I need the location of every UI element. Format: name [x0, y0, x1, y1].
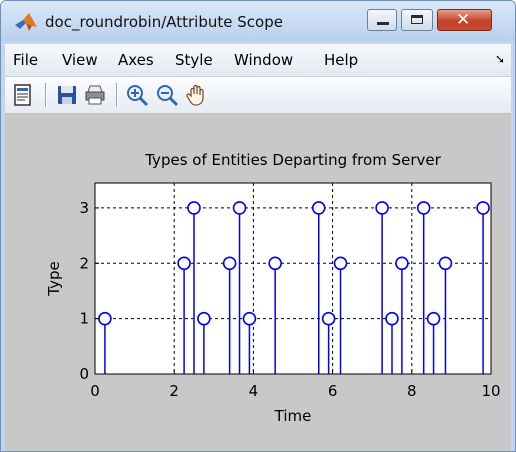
data-point-marker[interactable] [222, 256, 237, 271]
data-point-marker[interactable] [476, 201, 490, 215]
toolbar-separator [45, 83, 47, 107]
print-preview-icon[interactable] [11, 83, 35, 107]
close-button[interactable]: ✕ [437, 9, 492, 31]
y-tick-label: 3 [79, 199, 89, 217]
menu-axes[interactable]: Axes [118, 51, 154, 69]
plot-background [95, 183, 491, 374]
chart-title: Types of Entities Departing from Server [144, 151, 441, 169]
data-point-marker[interactable] [416, 201, 431, 215]
figure-area: 0 2 4 6 8 10 0 1 2 3 Types of Entities Departing f… [5, 114, 511, 451]
menu-style[interactable]: Style [175, 51, 213, 69]
stem-plot[interactable]: 0 2 4 6 8 10 0 1 2 3 Types of Entities Departing f… [5, 114, 511, 451]
toolbar-separator [116, 83, 118, 107]
toolbar [5, 77, 511, 114]
zoom-in-icon[interactable] [125, 83, 149, 107]
data-point-marker[interactable] [177, 256, 191, 271]
x-tick-label: 2 [169, 382, 179, 400]
data-point-marker[interactable] [426, 311, 441, 326]
y-tick-label: 2 [79, 254, 89, 272]
y-axis-label: Type [45, 261, 63, 296]
data-point-marker[interactable] [385, 311, 399, 326]
matlab-logo-icon [15, 13, 37, 31]
x-tick-label: 6 [328, 382, 338, 400]
title-bar[interactable]: doc_roundrobin/Attribute Scope ✕ [1, 1, 515, 41]
data-point-marker[interactable] [268, 256, 282, 271]
x-axis-label: Time [274, 407, 312, 425]
data-point-marker[interactable] [232, 201, 247, 215]
x-tick-label: 10 [481, 382, 500, 400]
data-point-marker[interactable] [197, 311, 211, 326]
save-icon[interactable] [55, 83, 79, 107]
x-tick-label: 4 [249, 382, 259, 400]
data-point-marker[interactable] [333, 256, 348, 271]
close-icon: ✕ [456, 10, 471, 30]
menu-file[interactable]: File [13, 51, 38, 69]
menu-window[interactable]: Window [234, 51, 293, 69]
data-point-marker[interactable] [321, 311, 336, 326]
data-point-marker[interactable] [395, 256, 409, 271]
data-point-marker[interactable] [375, 201, 389, 215]
data-point-marker[interactable] [311, 201, 326, 215]
data-point-marker[interactable] [242, 311, 257, 326]
menu-view[interactable]: View [62, 51, 98, 69]
zoom-out-icon[interactable] [155, 83, 179, 107]
menu-bar: File View Axes Style Window Help ➘ [5, 44, 511, 77]
maximize-icon [411, 15, 423, 24]
window-title: doc_roundrobin/Attribute Scope [45, 13, 283, 31]
y-tick-label: 0 [79, 365, 89, 383]
minimize-button[interactable] [367, 9, 397, 31]
pan-hand-icon[interactable] [185, 83, 209, 107]
x-tick-label: 8 [407, 382, 417, 400]
maximize-button[interactable] [401, 9, 433, 31]
x-tick-label: 0 [90, 382, 100, 400]
data-point-marker[interactable] [98, 311, 112, 326]
attribute-scope-window: doc_roundrobin/Attribute Scope ✕ File Vi… [0, 0, 516, 452]
data-point-marker[interactable] [187, 201, 201, 215]
menu-overflow-arrow-icon[interactable]: ➘ [495, 52, 505, 66]
y-tick-label: 1 [79, 310, 89, 328]
menu-help[interactable]: Help [324, 51, 358, 69]
minimize-icon [377, 22, 389, 25]
print-icon[interactable] [83, 83, 107, 107]
data-point-marker[interactable] [438, 256, 453, 271]
